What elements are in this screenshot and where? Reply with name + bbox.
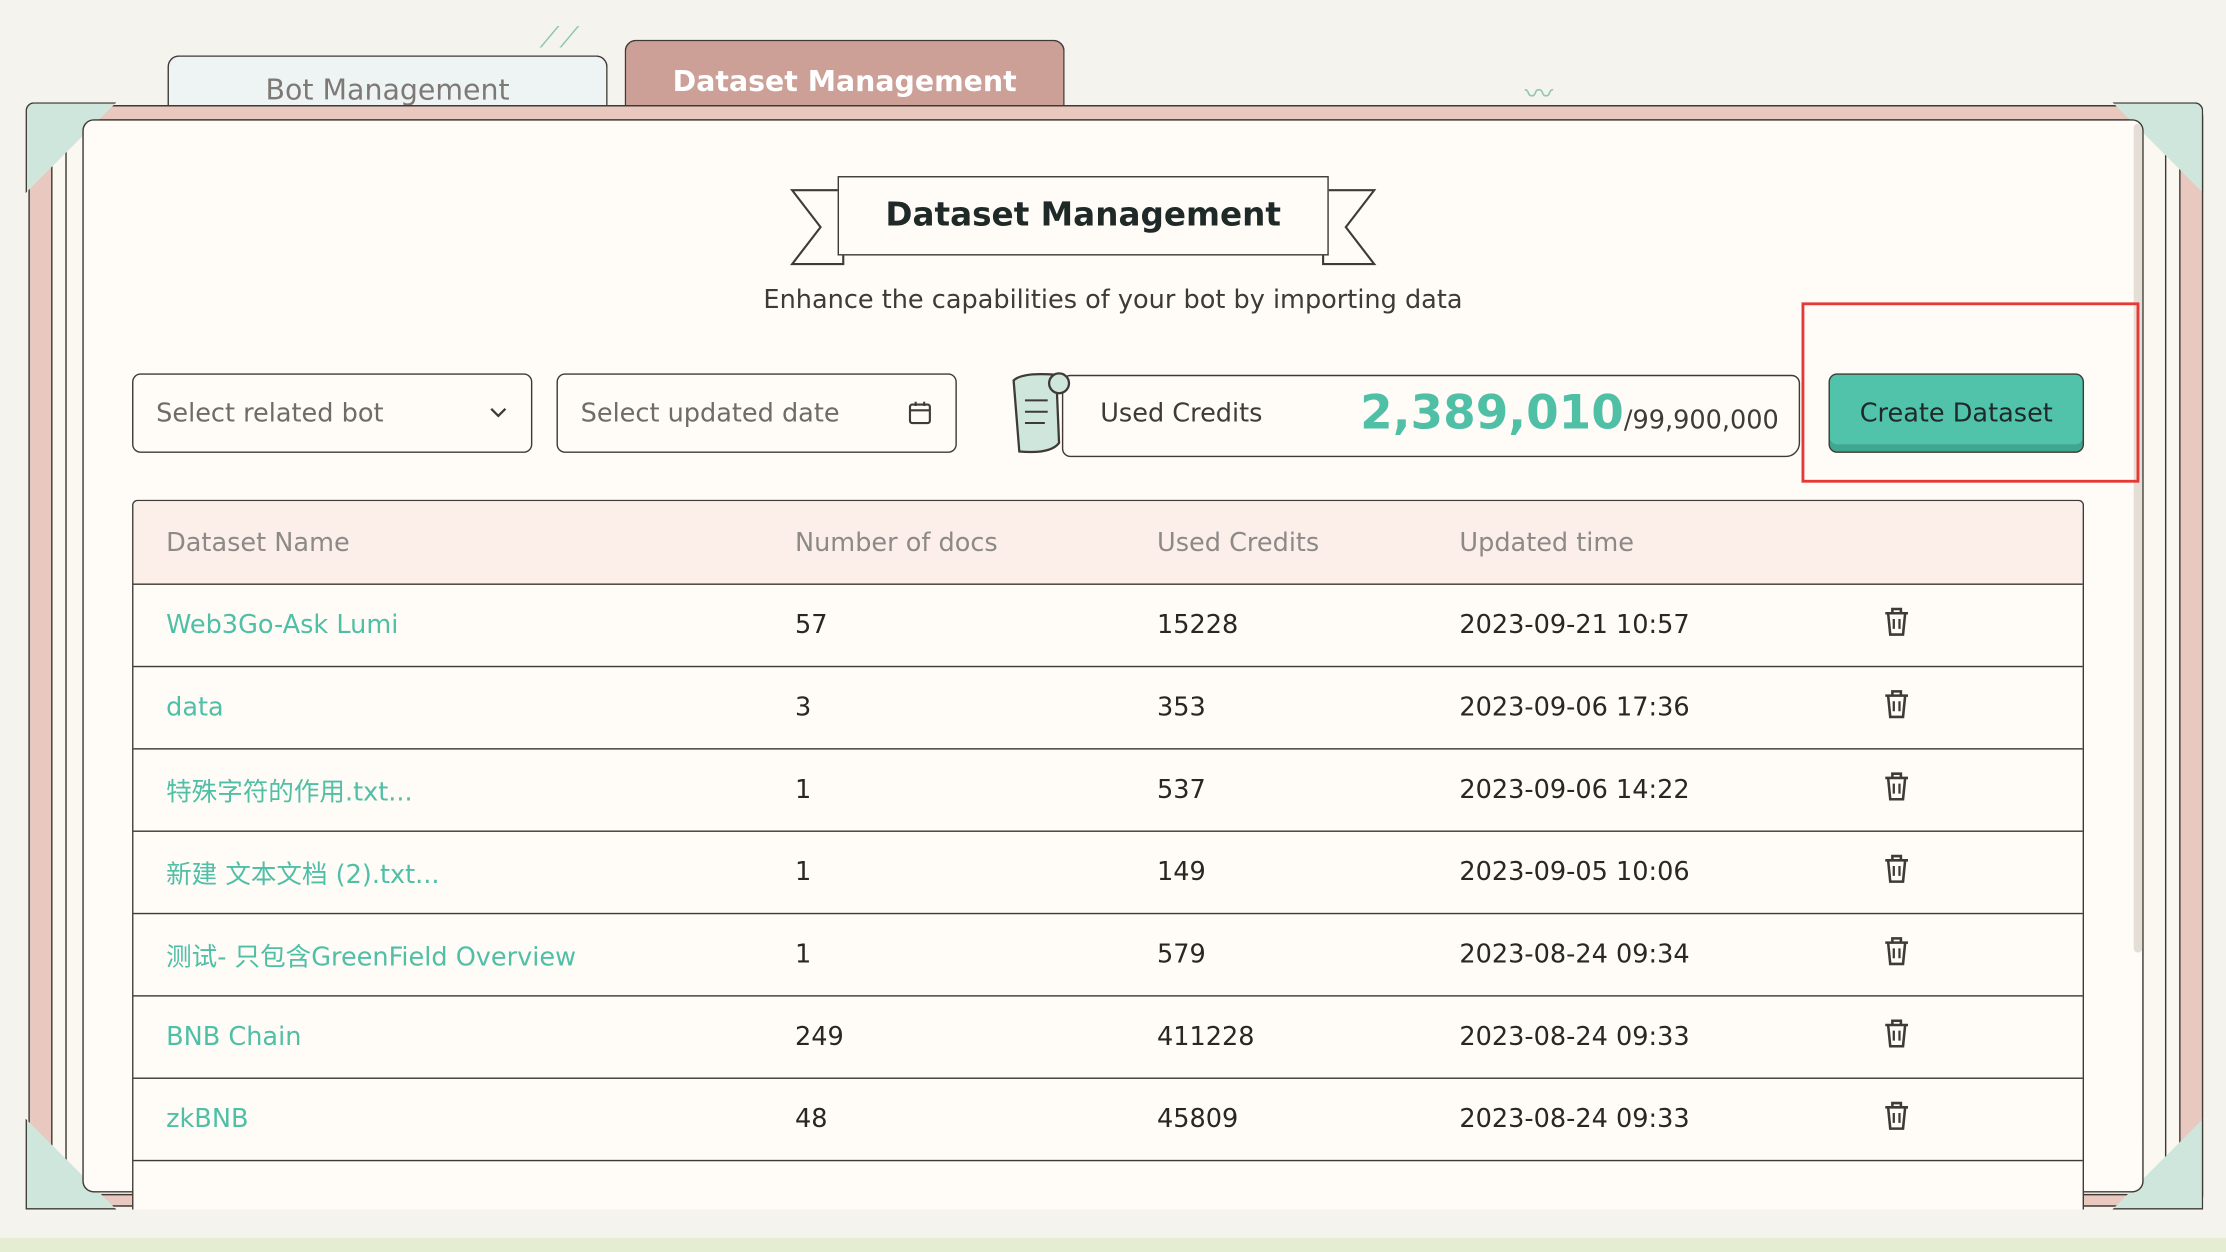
bottom-strip: [0, 1237, 2226, 1252]
credits-panel: Used Credits 2,389,010/99,900,000: [1061, 374, 1801, 458]
dataset-name-link[interactable]: 测试- 只包含GreenField Overview: [166, 942, 576, 972]
table-row: BNB Chain 249 411228 2023-08-24 09:33: [133, 997, 2083, 1079]
table-row: 测试- 只包含GreenField Overview 1 579 2023-08-24…: [133, 914, 2083, 997]
used-credits: 579: [1157, 939, 1206, 970]
column-header-docs: Number of docs: [794, 527, 998, 558]
dataset-name-link[interactable]: 新建 文本文档 (2).txt...: [166, 860, 439, 890]
table-row: data 3 353 2023-09-06 17:36: [133, 667, 2083, 750]
trash-icon[interactable]: [1881, 1099, 1912, 1140]
used-credits: 537: [1157, 775, 1206, 805]
updated-time: 2023-09-21 10:57: [1459, 610, 1690, 641]
updated-time: 2023-08-24 09:34: [1459, 939, 1690, 970]
dataset-name-link[interactable]: Web3Go-Ask Lumi: [166, 610, 398, 640]
credits-value: 2,389,010/99,900,000: [1360, 385, 1779, 440]
dataset-table: Dataset Name Number of docs Used Credits…: [132, 499, 2085, 1210]
table-header: Dataset Name Number of docs Used Credits…: [133, 501, 2083, 585]
scroll-icon: [1012, 372, 1071, 454]
updated-time: 2023-09-06 17:36: [1459, 692, 1690, 723]
credits-label: Used Credits: [1100, 398, 1263, 429]
trash-icon[interactable]: [1881, 769, 1912, 810]
chevron-down-icon: [490, 408, 507, 418]
trash-icon[interactable]: [1881, 605, 1912, 646]
related-bot-placeholder: Select related bot: [156, 398, 384, 429]
used-credits: 353: [1157, 692, 1206, 723]
create-dataset-button[interactable]: Create Dataset: [1828, 373, 2085, 453]
used-credits: 149: [1157, 857, 1206, 888]
updated-time: 2023-09-06 14:22: [1459, 775, 1690, 805]
updated-time: 2023-08-24 09:33: [1459, 1104, 1690, 1135]
dataset-name-link[interactable]: zkBNB: [166, 1104, 248, 1134]
column-header-name: Dataset Name: [166, 527, 350, 558]
docs-count: 1: [794, 939, 812, 970]
docs-count: 1: [794, 857, 812, 888]
credits-total: /99,900,000: [1623, 406, 1779, 436]
related-bot-select[interactable]: Select related bot: [132, 373, 533, 453]
updated-time: 2023-08-24 09:33: [1459, 1022, 1690, 1052]
trash-icon[interactable]: [1881, 1016, 1912, 1057]
dataset-name-link[interactable]: data: [166, 693, 224, 723]
updated-time: 2023-09-05 10:06: [1459, 857, 1690, 888]
trash-icon[interactable]: [1881, 687, 1912, 728]
column-header-updated: Updated time: [1459, 527, 1635, 558]
table-row: zkBNB 48 45809 2023-08-24 09:33: [133, 1079, 2083, 1162]
docs-count: 57: [794, 610, 828, 641]
page-title: Dataset Management: [837, 176, 1329, 256]
table-row: Web3Go-Ask Lumi 57 15228 2023-09-21 10:57: [133, 585, 2083, 668]
calendar-icon: [908, 401, 931, 425]
page-subtitle: Enhance the capabilities of your bot by …: [763, 285, 1463, 316]
credits-used: 2,389,010: [1360, 384, 1624, 441]
docs-count: 3: [794, 692, 812, 723]
updated-date-picker[interactable]: Select updated date: [556, 373, 957, 453]
docs-count: 249: [794, 1022, 844, 1052]
docs-count: 1: [794, 775, 812, 805]
used-credits: 15228: [1157, 610, 1239, 641]
docs-count: 48: [794, 1104, 828, 1135]
trash-icon[interactable]: [1881, 852, 1912, 893]
dataset-name-link[interactable]: BNB Chain: [166, 1022, 301, 1052]
table-row: 新建 文本文档 (2).txt... 1 149 2023-09-05 10:06: [133, 832, 2083, 915]
column-header-credits: Used Credits: [1157, 527, 1320, 558]
trash-icon[interactable]: [1881, 934, 1912, 975]
updated-date-placeholder: Select updated date: [580, 398, 840, 429]
app-stage: ⟋⟋ 〰 Bot Management Dataset Management D…: [0, 0, 2226, 1252]
used-credits: 411228: [1157, 1022, 1255, 1052]
table-row: 特殊字符的作用.txt... 1 537 2023-09-06 14:22: [133, 750, 2083, 832]
dataset-name-link[interactable]: 特殊字符的作用.txt...: [166, 777, 413, 807]
used-credits: 45809: [1157, 1104, 1239, 1135]
vertical-scrollbar[interactable]: [2133, 123, 2143, 953]
title-ribbon: Dataset Management: [789, 176, 1377, 267]
table-body: Web3Go-Ask Lumi 57 15228 2023-09-21 10:57 da…: [133, 585, 2083, 1210]
grass-doodle-icon: ⟋⟋: [539, 19, 580, 54]
table-row-partial: [133, 1161, 2082, 1209]
